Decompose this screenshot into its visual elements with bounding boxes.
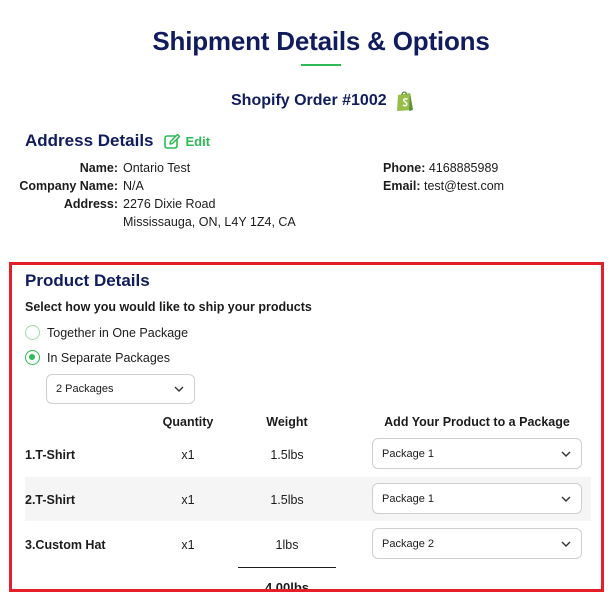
product-quantity: x1 [181,538,195,552]
page-title: Shipment Details & Options [152,26,490,56]
product-section-title: Product Details [25,271,150,290]
col-weight: Weight [266,415,308,429]
option-separate-label: In Separate Packages [47,350,170,365]
address-label: Address: [63,197,118,211]
email-value: test@test.com [424,179,505,193]
phone-label: Phone: [383,161,426,175]
order-title: Shopify Order #1002 [231,92,387,109]
package-select-value: Package 1 [382,447,434,460]
product-weight: 1.5lbs [270,448,304,462]
package-select[interactable]: Package 2 [372,528,582,559]
package-select-value: Package 1 [382,492,434,505]
package-select[interactable]: Package 1 [372,438,582,469]
phone-row: Phone: 4168885989 [383,161,498,175]
shopify-bag-icon [395,90,415,112]
address-section-title: Address Details [25,131,154,150]
package-count-value: 2 Packages [56,383,114,395]
option-separate-radio[interactable]: In Separate Packages [25,350,170,365]
phone-value: 4168885989 [428,161,499,175]
edit-address-button[interactable]: Edit [163,133,211,150]
name-value: Ontario Test [123,161,191,175]
product-details-panel: Product Details Select how you would lik… [9,262,604,592]
product-name: 2.T-Shirt [25,493,76,507]
col-quantity: Quantity [162,415,214,429]
product-weight: 1.5lbs [270,493,304,507]
company-label: Company Name: [19,179,118,193]
option-together-label: Together in One Package [47,325,189,340]
order-heading: Shopify Order #1002 [231,90,415,112]
package-select[interactable]: Package 1 [372,483,582,514]
email-row: Email: test@test.com [383,179,504,193]
chevron-down-icon [174,386,184,392]
edit-label: Edit [185,133,211,149]
chevron-down-icon [561,496,571,502]
col-package: Add Your Product to a Package [384,415,570,429]
address-line1: 2276 Dixie Road [123,197,216,211]
product-quantity: x1 [181,493,195,507]
package-select-value: Package 2 [382,537,434,550]
ship-prompt: Select how you would like to ship your p… [25,300,312,314]
company-value: N/A [123,179,144,193]
title-divider [301,64,341,66]
address-header: Address Details Edit [25,131,210,151]
email-label: Email: [383,179,421,193]
address-line2: Mississauga, ON, L4Y 1Z4, CA [123,215,296,229]
name-label: Name: [79,161,118,175]
product-quantity: x1 [181,448,195,462]
total-weight: 4.00lbs [264,580,310,592]
option-together-radio[interactable]: Together in One Package [25,325,188,340]
edit-icon [163,133,180,149]
product-weight: 1lbs [275,538,299,552]
radio-unchecked-icon [25,325,40,340]
chevron-down-icon [561,541,571,547]
chevron-down-icon [561,451,571,457]
total-divider [238,567,336,568]
product-name: 3.Custom Hat [25,538,106,552]
product-name: 1.T-Shirt [25,448,76,462]
radio-checked-icon [25,350,40,365]
package-count-select[interactable]: 2 Packages [46,374,195,404]
